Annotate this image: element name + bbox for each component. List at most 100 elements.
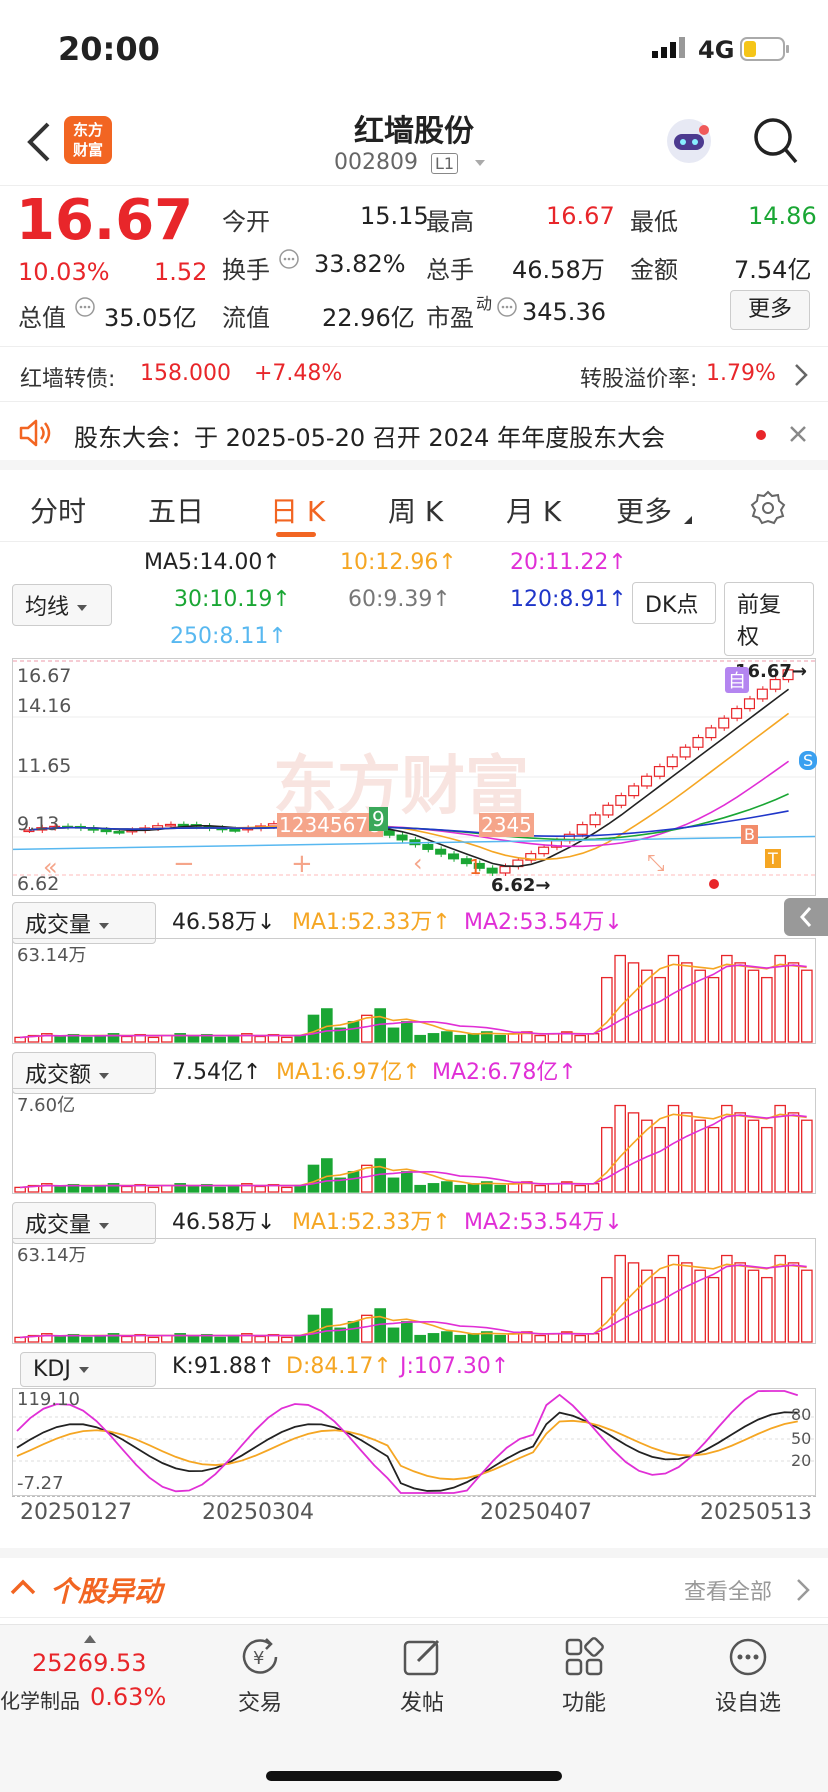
ma20-value: 20:11.22↑ [510, 550, 627, 575]
index-pct: 0.63% [90, 1683, 167, 1711]
amount-panel: 成交额 7.54亿↑ MA1:6.97亿↑ MA2:6.78亿↑ 7.60亿 [0, 1048, 828, 1196]
volume-bar [547, 1033, 560, 1043]
kdj-top: 119.10 [17, 1389, 80, 1410]
amount-bar [147, 1186, 160, 1193]
candle-body [422, 844, 434, 850]
amount-bar [281, 1186, 293, 1193]
amount-bar [294, 1184, 306, 1193]
info-dots-icon[interactable] [496, 296, 518, 322]
pe-value: 345.36 [522, 298, 606, 326]
candle-body [679, 746, 691, 758]
volume-bar [667, 1254, 680, 1343]
nav-add-watchlist[interactable]: 设自选 [688, 1625, 808, 1717]
volume-bar [507, 1033, 520, 1043]
collapse-panel-icon[interactable] [784, 898, 828, 936]
notice-banner[interactable]: 股东大会：于 2025-05-20 召开 2024 年年度股东大会 [0, 402, 828, 470]
scroll-left-icon[interactable]: ‹ [413, 849, 423, 877]
nav-post-label: 发帖 [399, 1691, 444, 1716]
close-icon[interactable] [788, 424, 808, 448]
nav-function[interactable]: 功能 [524, 1625, 644, 1717]
more-button[interactable]: 更多 [730, 290, 810, 330]
view-all-link[interactable]: 查看全部 [684, 1574, 772, 1606]
volume-bar [281, 1336, 293, 1343]
ma250-value: 250:8.11↑ [170, 624, 287, 649]
date-label: 20250127 [20, 1500, 132, 1525]
j-line [16, 1390, 799, 1494]
ma-selector[interactable]: 均线 [12, 584, 112, 626]
kdj-level-20: 20 [791, 1451, 812, 1470]
settings-gear-icon[interactable] [750, 490, 786, 530]
nav-post[interactable]: 发帖 [362, 1625, 482, 1717]
tab-daily-k[interactable]: 日 K [270, 490, 325, 530]
volume-bar [427, 1333, 440, 1343]
candle-body [743, 698, 755, 710]
date-axis [12, 1496, 816, 1508]
volume-bar [401, 1321, 413, 1343]
sequence-label: 12345678 [277, 813, 383, 837]
amount-ma2: MA2:6.78亿↑ [432, 1060, 577, 1085]
premium-label: 转股溢价率: [580, 367, 698, 392]
volume-bar [254, 1035, 266, 1043]
volume-bar [54, 1035, 66, 1043]
buy-b-icon: B [741, 825, 758, 844]
high-label: 最高 [426, 208, 474, 236]
candle-body [152, 825, 164, 829]
tab-intraday[interactable]: 分时 [30, 490, 86, 530]
adjust-button[interactable]: 前复权 [724, 582, 814, 656]
volume-ma1: MA1:52.33万↑ [292, 910, 451, 935]
caret-icon [684, 516, 692, 524]
chevron-down-icon [475, 160, 486, 166]
tab-five-day[interactable]: 五日 [148, 490, 204, 530]
volume-bar [627, 962, 640, 1043]
volume-bar [587, 1033, 600, 1043]
volume-bar [401, 1021, 413, 1043]
chevron-right-icon [796, 1578, 810, 1606]
candle-body [164, 823, 177, 827]
kline-chart[interactable]: 16.67 14.16 11.65 9.13 6.62 东方财富 16.67→ … [12, 658, 818, 896]
price-change: 1.52 [154, 258, 208, 286]
amount-bar [601, 1126, 613, 1193]
y-tick: 16.67 [17, 665, 72, 687]
info-dots-icon[interactable] [74, 296, 96, 322]
clock: 20:00 [58, 30, 160, 68]
candle-body [640, 775, 653, 787]
svg-text:¥: ¥ [253, 1648, 264, 1669]
convertible-bond-row[interactable]: 红墙转债: 158.000 +7.48% 转股溢价率: 1.79% [0, 346, 828, 402]
float-value: 22.96亿 [322, 304, 415, 332]
zoom-out-icon[interactable]: − [173, 849, 195, 879]
index-value: 25269.53 [32, 1649, 147, 1677]
dk-point-button[interactable]: DK点 [632, 582, 716, 624]
tab-monthly-k[interactable]: 月 K [506, 490, 561, 530]
zoom-in-icon[interactable]: + [291, 849, 313, 879]
candle-body [100, 829, 112, 833]
volume-bar [81, 1036, 93, 1043]
moving-average-legend: MA5:14.00↑ 10:12.96↑ 20:11.22↑ 均线 30:10.… [0, 544, 828, 656]
robot-avatar-icon[interactable] [664, 116, 714, 170]
dropdown-arrow-icon [78, 1367, 89, 1373]
info-dots-icon[interactable] [278, 248, 300, 274]
amount-bar [254, 1185, 266, 1193]
stock-code-row[interactable]: 002809 L1 [334, 150, 486, 175]
tab-more[interactable]: 更多 [616, 490, 672, 530]
abnormal-movement-row[interactable]: 个股异动 查看全部 [0, 1548, 828, 1618]
volume-bar [441, 1031, 453, 1043]
pct-change: 10.03% [18, 258, 110, 286]
volume-bar [734, 1262, 746, 1343]
volume-bar [294, 1034, 306, 1043]
kdj-selector[interactable]: KDJ [20, 1352, 156, 1387]
stock-header: 东方 财富 红墙股份 002809 L1 [0, 100, 828, 186]
volume-max: 63.14万 [17, 1245, 87, 1266]
amount-bar [774, 1104, 786, 1193]
candle-body [731, 707, 743, 719]
search-icon[interactable] [752, 116, 800, 170]
dropdown-arrow-icon [99, 1223, 110, 1229]
scroll-left-double-icon[interactable]: « [43, 853, 58, 881]
amount-bar [534, 1184, 546, 1193]
low-label: 最低 [630, 208, 678, 236]
tab-weekly-k[interactable]: 周 K [388, 490, 443, 530]
volume-bar [347, 1321, 360, 1343]
fullscreen-icon[interactable]: ⤡ [647, 851, 665, 876]
ma10-value: 10:12.96↑ [340, 550, 457, 575]
nav-trade[interactable]: ¥ 交易 [200, 1625, 320, 1717]
volume-bar [761, 976, 773, 1043]
